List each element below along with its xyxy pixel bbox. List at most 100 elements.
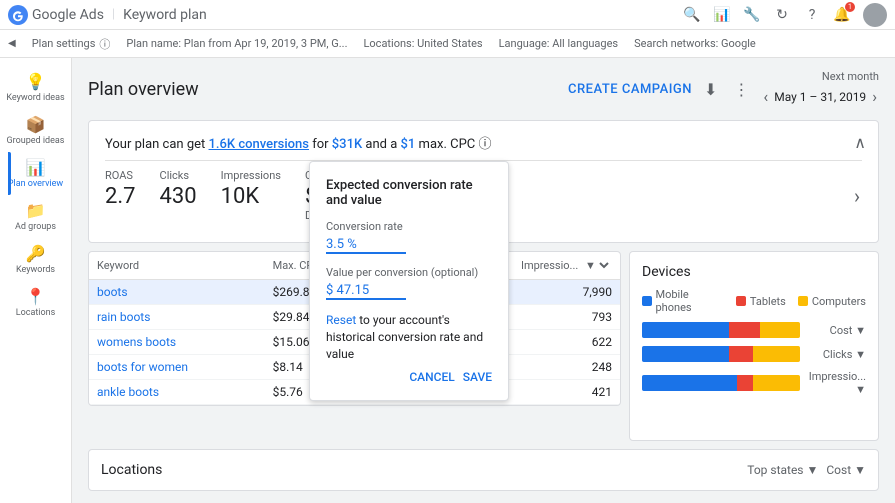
legend-mobile: Mobile phones [642,288,724,314]
keyword-cell[interactable]: womens boots [89,330,265,355]
keyword-cell[interactable]: ankle boots [89,380,265,405]
topbar-right: 🔍 📊 🔧 ↻ ? 🔔 1 [683,3,887,27]
clicks-bar-row: Clicks ▼ [642,346,866,362]
reset-text: Reset to your account's historical conve… [326,312,492,362]
plan-name: Plan name: Plan from Apr 19, 2019, 3 PM,… [126,37,347,50]
conversions-value[interactable]: 1.6K conversions [209,137,309,152]
devices-legend: Mobile phones Tablets Computers [642,288,866,314]
impressions-sort-dropdown[interactable]: ▼ [581,258,612,273]
date-range: ‹ May 1 – 31, 2019 › [761,85,879,108]
impressions-bar-label[interactable]: Impressio... ▼ [806,370,866,396]
impressions-metric: Impressions 10K [221,169,281,222]
ad-groups-icon: 📁 [26,201,46,220]
language-info: Language: All languages [499,37,619,50]
devices-column: Devices Mobile phones Tablets Compute [629,251,879,441]
page-title: Plan overview [88,79,568,100]
create-campaign-button[interactable]: CREATE CAMPAIGN [568,82,692,97]
sidebar-item-label: Plan overview [8,179,63,189]
locations-header: Locations Top states ▼ Cost ▼ [101,462,866,478]
conversion-rate-section: Conversion rate [326,220,492,254]
impressions-bar-mobile [642,375,737,391]
refresh-icon[interactable]: ↻ [773,6,791,24]
value-per-conversion-section: Value per conversion (optional) [326,266,492,300]
sidebar-item-label: Keywords [16,265,55,275]
clicks-bar [642,346,800,362]
cost-bar-row: Cost ▼ [642,322,866,338]
legend-tablets: Tablets [736,288,786,314]
more-options-button[interactable]: ⋮ [729,76,753,103]
devices-title: Devices [642,264,866,280]
prev-month-button[interactable]: ‹ [761,85,770,108]
page-header: Plan overview CREATE CAMPAIGN ⬇ ⋮ Next m… [88,70,879,108]
clicks-bar-computers [753,346,800,362]
notification-icon[interactable]: 🔔 1 [833,6,851,24]
cpc-info-icon[interactable]: ⓘ [478,137,491,152]
col-keyword[interactable]: Keyword [89,252,265,280]
value-per-conversion-input[interactable] [326,283,406,300]
sidebar-item-grouped-ideas[interactable]: 📦 Grouped ideas [0,109,71,152]
cost-bar-tablets [729,322,761,338]
next-month-label: Next month [822,70,879,83]
date-range-group: Next month ‹ May 1 – 31, 2019 › [761,70,879,108]
app-name: Google Ads [32,7,104,23]
reports-icon[interactable]: 📊 [713,6,731,24]
clicks-bar-mobile [642,346,729,362]
notification-badge: 1 [845,2,855,12]
locations-title: Locations [101,462,739,478]
collapse-button[interactable]: ∧ [850,129,870,156]
cost-value: $31K [332,137,362,152]
dropdown-actions: CANCEL SAVE [326,370,492,384]
header-actions: CREATE CAMPAIGN ⬇ ⋮ [568,76,753,103]
logo: Google Ads | Keyword plan [8,5,207,25]
clicks-bar-label[interactable]: Clicks ▼ [806,348,866,361]
devices-panel: Devices Mobile phones Tablets Compute [629,251,879,441]
save-button[interactable]: SAVE [463,370,492,384]
keywords-icon: 🔑 [26,244,46,263]
sidebar: 💡 Keyword ideas 📦 Grouped ideas 📊 Plan o… [0,58,72,503]
cpc-value: $1 [401,137,416,152]
keyword-cell[interactable]: rain boots [89,305,265,330]
plan-settings[interactable]: Plan settings ⓘ [32,36,111,52]
metrics-next-button[interactable]: › [852,169,862,222]
sidebar-item-label: Keyword ideas [6,93,64,103]
keyword-cell[interactable]: boots [89,280,265,305]
next-month-button[interactable]: › [870,85,879,108]
download-button[interactable]: ⬇ [700,76,721,103]
conversion-dropdown: Expected conversion rate and value Conve… [309,161,509,401]
search-icon[interactable]: 🔍 [683,6,701,24]
grouped-ideas-icon: 📦 [26,115,46,134]
reset-link[interactable]: Reset [326,313,356,327]
topbar-title: Keyword plan [123,7,207,23]
sidebar-item-ad-groups[interactable]: 📁 Ad groups [0,195,71,238]
keyword-cell[interactable]: boots for women [89,355,265,380]
conversion-panel: Your plan can get 1.6K conversions for $… [88,120,879,243]
sidebar-item-plan-overview[interactable]: 📊 Plan overview [0,152,71,195]
sidebar-item-label: Grouped ideas [7,136,65,146]
sidebar-item-locations[interactable]: 📍 Locations [0,281,71,324]
sidebar-item-keyword-ideas[interactable]: 💡 Keyword ideas [0,66,71,109]
conversion-rate-input[interactable] [326,237,406,254]
conversion-summary: Your plan can get 1.6K conversions for $… [105,133,862,152]
clicks-bar-tablets [729,346,753,362]
main-content: Plan overview CREATE CAMPAIGN ⬇ ⋮ Next m… [72,58,895,503]
impressions-bar [642,375,800,391]
tools-icon[interactable]: 🔧 [743,6,761,24]
impressions-bar-computers [753,375,800,391]
sidebar-item-keywords[interactable]: 🔑 Keywords [0,238,71,281]
subnav-arrow[interactable]: ◀ [8,38,16,49]
help-icon[interactable]: ? [803,6,821,24]
top-states-dropdown[interactable]: Top states ▼ [747,463,818,477]
avatar[interactable] [863,3,887,27]
clicks-metric: Clicks 430 [160,169,197,222]
cost-bar [642,322,800,338]
cancel-button[interactable]: CANCEL [409,370,454,384]
sidebar-item-label: Ad groups [15,222,56,232]
tablets-dot [736,296,746,306]
impressions-bar-row: Impressio... ▼ [642,370,866,396]
locations-icon: 📍 [26,287,46,306]
cost-dropdown[interactable]: Cost ▼ [826,463,866,477]
cost-bar-label[interactable]: Cost ▼ [806,324,866,337]
roas-metric: ROAS 2.7 [105,169,136,222]
keyword-ideas-icon: 💡 [26,72,46,91]
locations-info: Locations: United States [363,37,482,50]
